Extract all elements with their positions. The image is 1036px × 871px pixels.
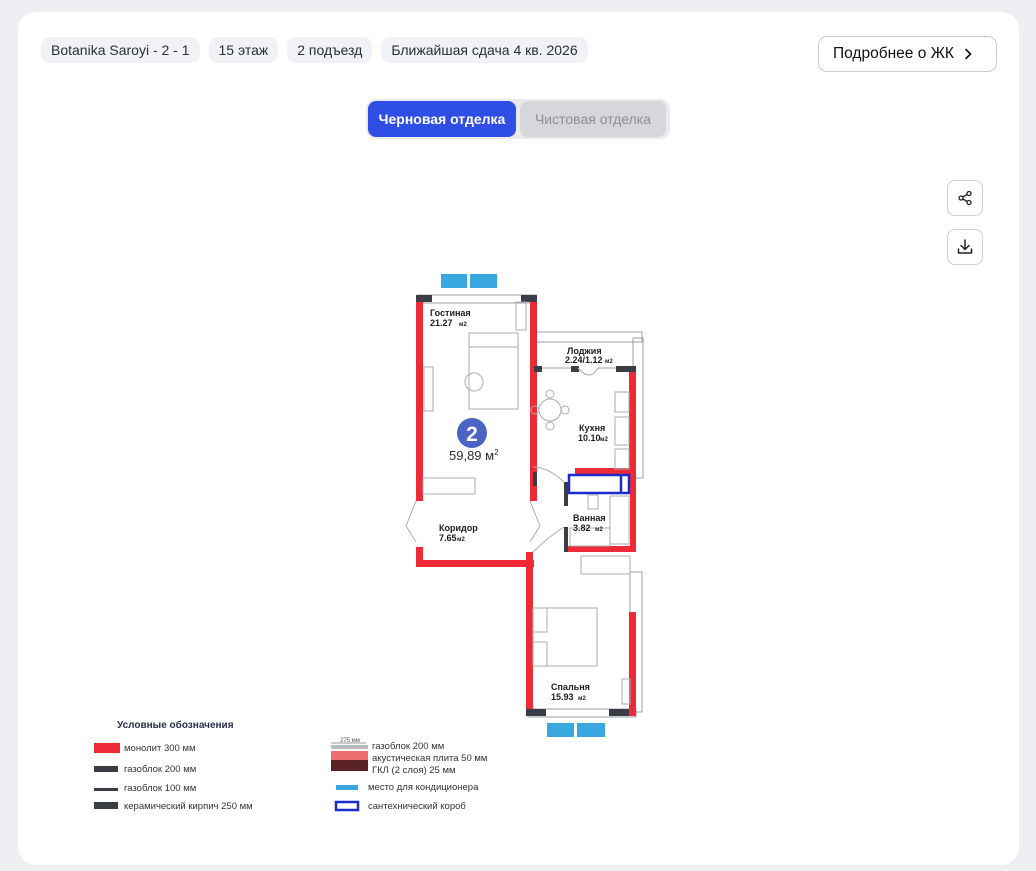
- legend-swatch-monolith: [94, 743, 120, 753]
- legend-swatch-gasblock-100: [94, 788, 118, 791]
- room-kitchen-area: 10.10: [578, 433, 601, 443]
- room-living-unit: м2: [459, 322, 467, 328]
- legend-item-plumbing: сантехнический короб: [368, 801, 466, 812]
- room-bathroom-name: Ванная: [573, 513, 606, 523]
- legend-item-gasblock-100: газоблок 100 мм: [124, 783, 196, 794]
- room-labels: Гостиная 21.27 м2 Лоджия 2.24/1.12 м2 Ку…: [430, 308, 613, 702]
- floor-plan: Гостиная 21.27 м2 Лоджия 2.24/1.12 м2 Ку…: [94, 274, 644, 812]
- plumbing-box: [567, 473, 631, 495]
- legend-swatch-plumbing: [334, 800, 360, 812]
- legend-item-acoustic: акустическая плита 50 мм: [372, 753, 487, 764]
- legend-item-brick: керамический кирпич 250 мм: [124, 801, 253, 812]
- rooms-count-badge: 2: [457, 418, 487, 448]
- room-bathroom-unit: м2: [595, 527, 603, 533]
- legend-item-gasblock-200: газоблок 200 мм: [124, 764, 196, 775]
- room-living-area: 21.27: [430, 318, 453, 328]
- ac-place-top: [441, 274, 497, 288]
- room-corridor-unit: м2: [457, 537, 465, 543]
- legend-swatch-gkl: [331, 760, 368, 771]
- room-bedroom-name: Спальня: [551, 682, 590, 692]
- monolith-walls: [416, 295, 636, 716]
- room-bedroom-unit: м2: [578, 696, 586, 702]
- room-corridor-name: Коридор: [439, 523, 478, 533]
- ac-place-bottom: [547, 723, 605, 737]
- rooms-count: 2: [466, 423, 478, 446]
- legend-swatch-gasblock-200: [94, 766, 118, 772]
- legend-item-gasblock-200-r: газоблок 200 мм: [372, 741, 444, 752]
- room-loggia-area: 2.24/1.12: [565, 355, 603, 365]
- legend: Условные обозначения монолит 300 мм газо…: [94, 719, 487, 812]
- room-bedroom-area: 15.93: [551, 692, 574, 702]
- legend-swatch-ac: [336, 785, 358, 790]
- legend-swatch-brick: [94, 802, 118, 809]
- legend-title: Условные обозначения: [117, 719, 234, 731]
- total-area: 59,89 м2: [449, 448, 499, 463]
- apartment-card: Botanika Saroyi - 2 - 1 15 этаж 2 подъез…: [18, 12, 1019, 865]
- legend-swatch-gasblock-200-composite: [331, 745, 368, 749]
- legend-item-monolith: монолит 300 мм: [124, 743, 196, 754]
- room-loggia-unit: м2: [605, 359, 613, 365]
- legend-item-gkl: ГКЛ (2 слоя) 25 мм: [372, 765, 456, 776]
- room-living-name: Гостиная: [430, 308, 471, 318]
- room-kitchen-name: Кухня: [579, 423, 605, 433]
- legend-swatch-acoustic: [331, 751, 368, 760]
- room-corridor-area: 7.65: [439, 533, 457, 543]
- room-bathroom-area: 3.82: [573, 523, 591, 533]
- room-kitchen-unit: м2: [600, 437, 608, 443]
- legend-item-ac: место для кондиционера: [368, 782, 479, 793]
